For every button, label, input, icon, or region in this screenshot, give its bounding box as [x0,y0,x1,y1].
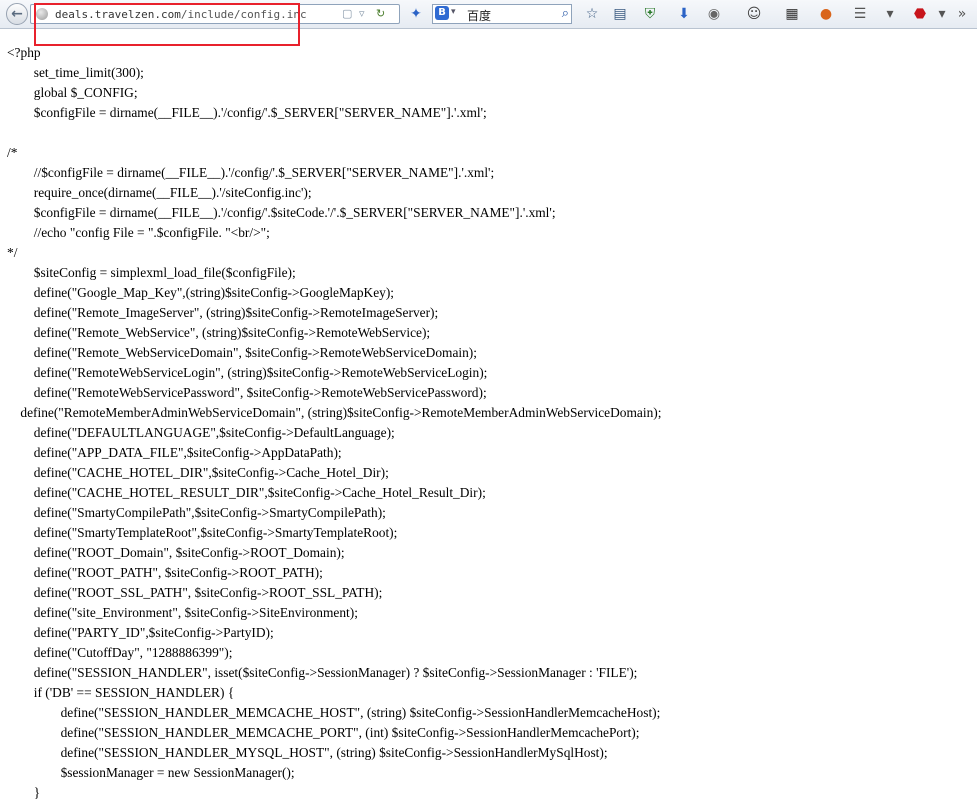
code-line: define("RemoteWebServiceLogin", (string)… [7,365,488,380]
palette-icon[interactable]: ☺ [744,4,764,24]
code-line: <?php [7,45,41,60]
code-line: define("CACHE_HOTEL_DIR",$siteConfig->Ca… [7,465,389,480]
code-line: define("Remote_WebServiceDomain", $siteC… [7,345,477,360]
code-line: //$configFile = dirname(__FILE__).'/conf… [7,165,495,180]
code-line: define("site_Environment", $siteConfig->… [7,605,358,620]
url-highlight-annotation [34,3,300,46]
code-line: if ('DB' == SESSION_HANDLER) { [7,685,235,700]
code-line: define("ROOT_Domain", $siteConfig->ROOT_… [7,545,345,560]
code-line: */ [7,245,18,260]
bookmark-bird-icon[interactable]: ✦ [406,4,426,24]
code-line: $configFile = dirname(__FILE__).'/config… [7,105,487,120]
bookmark-star-icon[interactable]: ☆ [582,4,602,24]
code-line: //echo "config File = ".$configFile. "<b… [7,225,270,240]
search-icon[interactable]: ⌕ [562,6,569,21]
code-line: global $_CONFIG; [7,85,138,100]
addon-icon[interactable]: ◉ [704,4,724,24]
code-line: define("SmartyCompilePath",$siteConfig->… [7,505,386,520]
code-line: require_once(dirname(__FILE__).'/siteCon… [7,185,312,200]
reader-icon[interactable]: ▤ [610,4,630,24]
code-line: define("CutoffDay", "1288886399"); [7,645,233,660]
code-line: $sessionManager = new SessionManager(); [7,765,295,780]
source-code-view: <?php set_time_limit(300); global $_CONF… [7,43,661,803]
code-line: define("Remote_ImageServer", (string)$si… [7,305,439,320]
extension-icon[interactable]: ☰ [850,4,870,24]
code-line: } [7,785,41,800]
code-line: define("SmartyTemplateRoot",$siteConfig-… [7,525,398,540]
code-line: $siteConfig = simplexml_load_file($confi… [7,265,296,280]
code-line: define("RemoteWebServicePassword", $site… [7,385,487,400]
reload-icon[interactable]: ↻ [376,7,385,20]
back-arrow-icon[interactable]: ← [6,3,28,25]
search-engine-icon[interactable]: B [435,6,449,20]
adblock-icon[interactable]: ⬣ [910,4,930,24]
code-line: define("APP_DATA_FILE",$siteConfig->AppD… [7,445,342,460]
code-line: define("Google_Map_Key",(string)$siteCon… [7,285,395,300]
search-engine-dropdown-icon[interactable]: ▾ [451,7,456,17]
code-line: define("SESSION_HANDLER_MEMCACHE_PORT", … [7,725,640,740]
code-line: define("SESSION_HANDLER", isset($siteCon… [7,665,638,680]
search-engine-label: 百度 [467,9,492,23]
page-info-icon[interactable]: ▢ [342,7,352,20]
firefox-icon[interactable]: ● [816,4,836,24]
overflow-menu-icon[interactable]: » [952,4,972,24]
code-line: /* [7,145,18,160]
shield-icon[interactable]: ⛨ [640,4,660,24]
download-icon[interactable]: ⬇ [674,4,694,24]
menu-arrow-icon[interactable]: ▾ [880,4,900,24]
code-line: define("ROOT_PATH", $siteConfig->ROOT_PA… [7,565,323,580]
code-line: define("RemoteMemberAdminWebServiceDomai… [7,405,662,420]
qr-icon[interactable]: ▦ [782,4,802,24]
search-box[interactable]: B ▾ 百度 ⌕ [432,4,572,24]
dropdown-arrow-icon[interactable]: ▿ [359,7,365,20]
adblock-dropdown-icon[interactable]: ▾ [932,4,952,24]
code-line: define("SESSION_HANDLER_MEMCACHE_HOST", … [7,705,661,720]
code-line: define("PARTY_ID",$siteConfig->PartyID); [7,625,274,640]
code-line: define("Remote_WebService", (string)$sit… [7,325,431,340]
code-line: define("CACHE_HOTEL_RESULT_DIR",$siteCon… [7,485,486,500]
code-line: define("ROOT_SSL_PATH", $siteConfig->ROO… [7,585,383,600]
code-line: $configFile = dirname(__FILE__).'/config… [7,205,556,220]
code-line: define("DEFAULTLANGUAGE",$siteConfig->De… [7,425,395,440]
code-line: set_time_limit(300); [7,65,144,80]
code-line: define("SESSION_HANDLER_MYSQL_HOST", (st… [7,745,608,760]
